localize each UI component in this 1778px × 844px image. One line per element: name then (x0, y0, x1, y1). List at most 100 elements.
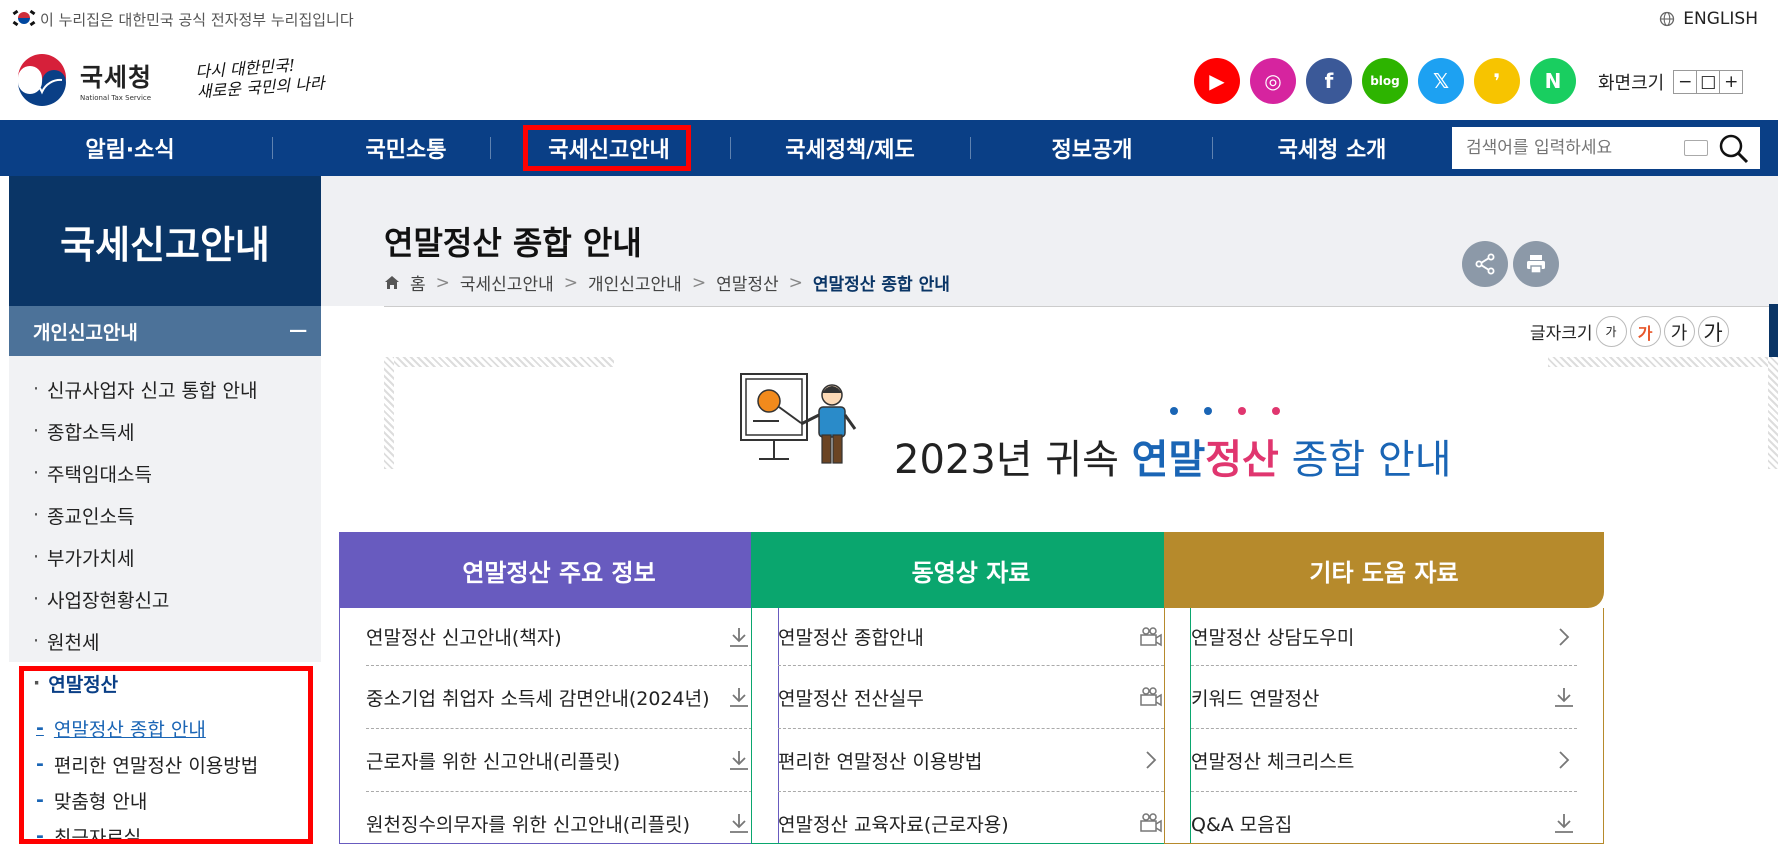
breadcrumb-year-end[interactable]: 연말정산 (716, 270, 779, 295)
list-item[interactable]: 연말정산 상담도우미 (1191, 608, 1577, 666)
download-icon[interactable] (726, 810, 752, 836)
facebook-icon[interactable]: f (1306, 58, 1352, 104)
chevron-right-icon[interactable] (1551, 624, 1577, 650)
print-button[interactable] (1513, 241, 1559, 287)
font-size-large-button[interactable]: 가 (1663, 316, 1695, 347)
zoom-reset-button[interactable]: □ (1696, 70, 1721, 94)
x-icon[interactable]: 𝕏 (1418, 58, 1464, 104)
globe-icon (1660, 11, 1675, 27)
print-icon (1527, 255, 1545, 274)
breadcrumb-personal[interactable]: 개인신고안내 (588, 270, 682, 295)
instagram-icon[interactable]: ◎ (1250, 58, 1296, 104)
side-nav-item-vat[interactable]: 부가가치세 (9, 536, 321, 578)
side-nav-item-rental-income[interactable]: 주택임대소득 (9, 452, 321, 494)
font-size-normal-button[interactable]: 가 (1629, 316, 1661, 347)
chevron-right-icon: > (691, 272, 707, 293)
banner-title-red: 정산 (1205, 437, 1279, 483)
list-item-label: Q&A 모음집 (1191, 813, 1293, 836)
nts-logo[interactable]: 국세청 National Tax Service (14, 52, 152, 108)
blog-icon[interactable]: blog (1362, 58, 1408, 104)
side-nav-item-withholding[interactable]: 원천세 (9, 620, 321, 662)
banner-title: 2023년 귀속 연말정산 종합 안내 (894, 427, 1452, 485)
side-nav-item-religious-income[interactable]: 종교인소득 (9, 494, 321, 536)
main-nav: 알림·소식 국민소통 국세신고안내 국세정책/제도 정보공개 국세청 소개 (0, 120, 1778, 176)
column-body: 연말정산 종합안내연말정산 전산실무편리한 연말정산 이용방법연말정산 교육자료… (751, 608, 1191, 844)
nav-tax-policy[interactable]: 국세정책/제도 (730, 120, 970, 176)
info-column: 연말정산 주요 정보 연말정산 신고안내(책자) 중소기업 취업자 소득세 감면안내… (339, 532, 779, 844)
nav-about[interactable]: 국세청 소개 (1212, 120, 1452, 176)
list-item[interactable]: 키워드 연말정산 (1191, 666, 1577, 729)
share-button[interactable] (1462, 241, 1508, 287)
list-item-label: 연말정산 상담도우미 (1191, 627, 1355, 649)
list-item-label: 편리한 연말정산 이용방법 (778, 750, 983, 773)
highlight-box (19, 666, 313, 844)
search-input[interactable] (1452, 127, 1682, 169)
video-icon[interactable] (1138, 810, 1164, 836)
chevron-right-icon[interactable] (1138, 747, 1164, 773)
list-item-label: 연말정산 신고안내(책자) (366, 627, 562, 649)
chevron-right-icon[interactable] (1551, 747, 1577, 773)
keyboard-icon[interactable] (1684, 140, 1708, 156)
list-item[interactable]: 연말정산 종합안내 (778, 608, 1164, 666)
side-nav-section[interactable]: 개인신고안내 − (9, 306, 321, 356)
list-item[interactable]: 연말정산 전산실무 (778, 666, 1164, 729)
zoom-in-button[interactable]: + (1719, 70, 1744, 94)
download-icon[interactable] (726, 624, 752, 650)
logo-subtitle: National Tax Service (80, 94, 152, 102)
download-icon[interactable] (1551, 684, 1577, 710)
breadcrumb-tax-filing[interactable]: 국세신고안내 (460, 270, 554, 295)
gov-banner: 이 누리집은 대한민국 공식 전자정부 누리집입니다 ENGLISH (0, 0, 1778, 38)
list-item[interactable]: 원천징수의무자를 위한 신고안내(리플릿) (366, 792, 752, 844)
chevron-right-icon: > (563, 272, 578, 293)
korean-flag-icon (12, 9, 36, 27)
video-icon[interactable] (1138, 684, 1164, 710)
list-item[interactable]: 중소기업 취업자 소득세 감면안내(2024년) (366, 666, 752, 729)
kakao-icon[interactable]: ❜ (1474, 58, 1520, 104)
download-icon[interactable] (1551, 810, 1577, 836)
breadcrumb-home[interactable]: 홈 (410, 270, 426, 295)
side-nav-item-income-tax[interactable]: 종합소득세 (9, 410, 321, 452)
title-banner: 2023년 귀속 연말정산 종합 안내 (384, 357, 1778, 483)
video-icon[interactable] (1138, 624, 1164, 650)
column-title: 기타 도움 자료 (1164, 532, 1604, 608)
search-icon[interactable] (1718, 133, 1750, 165)
list-item-label: 연말정산 전산실무 (778, 687, 924, 710)
list-item-label: 원천징수의무자를 위한 신고안내(리플릿) (366, 813, 691, 836)
side-nav-title: 국세신고안내 (9, 176, 321, 306)
list-item[interactable]: Q&A 모음집 (1191, 792, 1577, 844)
naver-icon[interactable]: N (1530, 58, 1576, 104)
side-nav-item-business-status[interactable]: 사업장현황신고 (9, 578, 321, 620)
list-item-label: 키워드 연말정산 (1191, 687, 1320, 710)
list-item-label: 연말정산 교육자료(근로자용) (778, 813, 1009, 836)
nts-emblem-icon (14, 52, 70, 108)
logo-title: 국세청 (80, 63, 153, 92)
list-item-label: 근로자를 위한 신고안내(리플릿) (366, 750, 621, 773)
slogan: 다시 대한민국! 새로운 국민의 나라 (195, 54, 325, 103)
english-link[interactable]: ENGLISH (1659, 9, 1758, 29)
column-body: 연말정산 신고안내(책자) 중소기업 취업자 소득세 감면안내(2024년) 근로자… (339, 608, 779, 844)
list-item-label: 연말정산 체크리스트 (1191, 750, 1355, 773)
download-icon[interactable] (726, 747, 752, 773)
screen-size-label: 화면크기 (1598, 73, 1665, 94)
chevron-right-icon: > (435, 272, 450, 293)
nav-disclosure[interactable]: 정보공개 (972, 120, 1212, 176)
home-icon[interactable] (384, 275, 400, 290)
list-item[interactable]: 연말정산 신고안내(책자) (366, 608, 752, 666)
column-body: 연말정산 상담도우미키워드 연말정산연말정산 체크리스트 Q&A 모음집 (1164, 608, 1604, 844)
collapse-icon[interactable]: − (287, 316, 309, 346)
zoom-out-button[interactable]: − (1673, 70, 1698, 94)
youtube-icon[interactable]: ▶ (1194, 58, 1240, 104)
font-size-small-button[interactable]: 가 (1595, 316, 1627, 347)
column-title: 동영상 자료 (751, 532, 1191, 608)
font-size-xlarge-button[interactable]: 가 (1697, 316, 1729, 347)
download-icon[interactable] (726, 684, 752, 710)
banner-title-post: 종합 안내 (1278, 437, 1452, 483)
nav-news[interactable]: 알림·소식 (10, 120, 250, 176)
side-nav-item-new-business[interactable]: 신규사업자 신고 통합 안내 (9, 368, 321, 410)
list-item[interactable]: 연말정산 교육자료(근로자용) (778, 792, 1164, 844)
list-item[interactable]: 근로자를 위한 신고안내(리플릿) (366, 729, 752, 792)
info-column: 동영상 자료 연말정산 종합안내 연말정산 전산실무 편리한 연말정산 이용방법 연말정… (751, 532, 1191, 844)
list-item[interactable]: 연말정산 체크리스트 (1191, 729, 1577, 792)
list-item-label: 중소기업 취업자 소득세 감면안내(2024년) (366, 687, 710, 710)
list-item[interactable]: 편리한 연말정산 이용방법 (778, 729, 1164, 792)
